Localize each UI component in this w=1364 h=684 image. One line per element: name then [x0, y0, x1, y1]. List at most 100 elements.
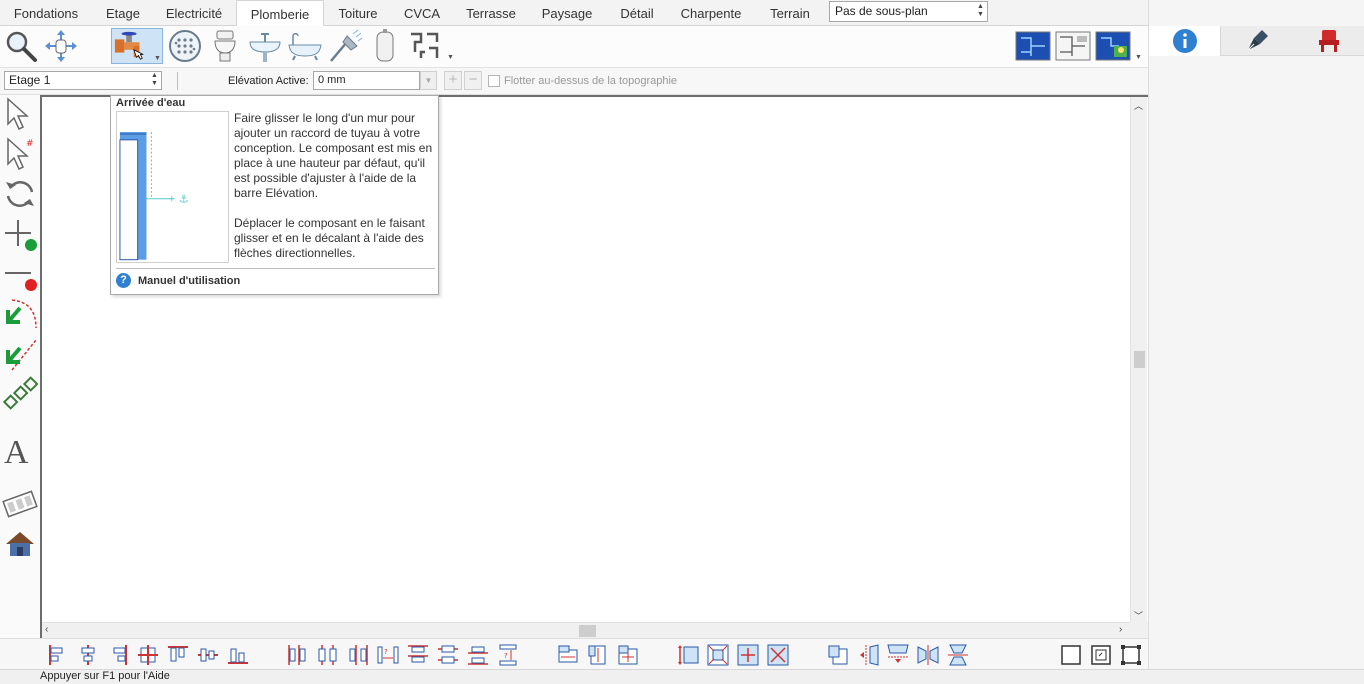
camera-film-icon[interactable]: [2, 486, 38, 522]
horizontal-scrollbar[interactable]: ‹ ›: [42, 622, 1131, 638]
left-toolbar: # A: [0, 95, 40, 640]
elevation-label: Elévation Active:: [228, 75, 309, 87]
expand-center-icon[interactable]: [736, 643, 760, 667]
align-center-h-icon[interactable]: [76, 643, 100, 667]
drain-grate-icon[interactable]: [167, 28, 203, 64]
join-arc-icon[interactable]: [2, 296, 38, 332]
tab-paysage[interactable]: Paysage: [536, 0, 598, 26]
shrink-inside-icon[interactable]: [706, 643, 730, 667]
separator: [177, 72, 178, 90]
distribute-middle-icon[interactable]: [436, 643, 460, 667]
mirror-h-icon[interactable]: [916, 643, 940, 667]
match-height-icon[interactable]: [586, 643, 610, 667]
distribute-space-h-icon[interactable]: ?: [376, 643, 400, 667]
plan-view-icon[interactable]: [1015, 28, 1051, 64]
tooltip-title: Arrivée d'eau: [116, 97, 186, 109]
chevron-left-icon[interactable]: ‹: [45, 624, 48, 635]
join-line-icon[interactable]: [2, 336, 38, 372]
tab-terrasse[interactable]: Terrasse: [460, 0, 522, 26]
options-bar: Etage 1 ▲ ▼ Elévation Active: 0 mm ▼ + − …: [0, 68, 1148, 95]
mirror-v-icon[interactable]: [946, 643, 970, 667]
tab-plomberie[interactable]: Plomberie: [236, 0, 324, 27]
mirror-h-left-icon[interactable]: [856, 643, 880, 667]
align-middle-icon[interactable]: [196, 643, 220, 667]
scroll-thumb[interactable]: [579, 625, 596, 637]
minus-button[interactable]: −: [464, 71, 482, 90]
right-panel: [1148, 0, 1364, 684]
tab-etage[interactable]: Etage: [96, 0, 150, 26]
align-left-icon[interactable]: [46, 643, 70, 667]
scroll-thumb[interactable]: [1134, 351, 1145, 368]
rotate-icon[interactable]: [2, 176, 38, 212]
text-icon[interactable]: A: [2, 431, 38, 471]
distribute-right-icon[interactable]: [346, 643, 370, 667]
align-bottom-icon[interactable]: [226, 643, 250, 667]
mirror-v-top-icon[interactable]: [886, 643, 910, 667]
match-size-icon[interactable]: [616, 643, 640, 667]
pan-hand-icon[interactable]: [43, 28, 79, 64]
tooltip-description: Faire glisser le long d'un mur pour ajou…: [234, 111, 434, 261]
subplan-select[interactable]: Pas de sous-plan ▲ ▼: [829, 1, 988, 22]
elevation-input[interactable]: 0 mm: [313, 71, 420, 90]
frame-nested-icon[interactable]: [1089, 643, 1113, 667]
resize-height-icon[interactable]: [676, 643, 700, 667]
toilet-icon[interactable]: [207, 28, 243, 64]
tooltip-paragraph: Déplacer le composant en le faisant glis…: [234, 216, 425, 260]
bathtub-icon[interactable]: [287, 28, 323, 64]
tab-info[interactable]: [1149, 26, 1221, 56]
align-top-icon[interactable]: [166, 643, 190, 667]
select-edit-arrow-icon[interactable]: #: [2, 136, 38, 172]
add-point-icon[interactable]: [2, 216, 38, 252]
shower-icon[interactable]: [327, 28, 363, 64]
tab-cvca[interactable]: CVCA: [396, 0, 448, 26]
water-inlet-tool[interactable]: ▼: [111, 28, 163, 64]
chevron-right-icon[interactable]: ›: [1119, 624, 1122, 635]
delete-point-icon[interactable]: [2, 256, 38, 292]
distribute-space-v-icon[interactable]: ?: [496, 643, 520, 667]
ribbon-toolbar: ▼ ▼ ▼: [0, 26, 1148, 68]
water-inlet-preview-icon: + ⚓: [116, 111, 229, 263]
shrink-center-icon[interactable]: [766, 643, 790, 667]
pipe-network-icon[interactable]: ▼: [407, 28, 454, 64]
chevron-up-icon[interactable]: ︿: [1134, 99, 1143, 112]
plus-button[interactable]: +: [444, 71, 462, 90]
tab-detail[interactable]: Détail: [613, 0, 661, 26]
tab-charpente[interactable]: Charpente: [675, 0, 747, 26]
distribute-center-icon[interactable]: [316, 643, 340, 667]
tab-fondations[interactable]: Fondations: [4, 0, 88, 26]
tab-terrain[interactable]: Terrain: [762, 0, 818, 26]
vertical-scrollbar[interactable]: ︿ ﹀: [1130, 97, 1147, 622]
user-manual-link[interactable]: ? Manuel d'utilisation: [116, 273, 240, 288]
select-arrow-icon[interactable]: [2, 96, 38, 132]
magnifier-icon[interactable]: [3, 28, 39, 64]
plan-detail-icon[interactable]: [1055, 28, 1091, 64]
app-window: Fondations Etage Electricité Plomberie T…: [0, 0, 1364, 684]
tab-electricite[interactable]: Electricité: [158, 0, 230, 26]
divider: [116, 268, 435, 269]
chevron-down-icon[interactable]: ▼: [420, 71, 437, 90]
tab-toiture[interactable]: Toiture: [330, 0, 386, 26]
frame-corners-icon[interactable]: [1119, 643, 1143, 667]
align-center-both-icon[interactable]: [136, 643, 160, 667]
spinner-icon: ▲ ▼: [977, 3, 984, 18]
plan-site-icon[interactable]: ▼: [1095, 28, 1142, 64]
chain-icon[interactable]: [2, 376, 39, 412]
chevron-down-icon[interactable]: ﹀: [1134, 609, 1143, 622]
copy-frame-icon[interactable]: [826, 643, 850, 667]
distribute-bottom-icon[interactable]: [466, 643, 490, 667]
tab-pen[interactable]: [1221, 26, 1293, 56]
distribute-top-icon[interactable]: [406, 643, 430, 667]
right-panel-tabs: [1149, 26, 1364, 56]
help-icon: ?: [116, 273, 131, 288]
scroll-corner: [1130, 622, 1148, 638]
float-topography-checkbox[interactable]: [488, 75, 500, 87]
distribute-left-icon[interactable]: [286, 643, 310, 667]
floor-select[interactable]: Etage 1 ▲ ▼: [4, 71, 162, 90]
match-width-icon[interactable]: [556, 643, 580, 667]
house-3d-icon[interactable]: [2, 526, 38, 562]
frame-icon[interactable]: [1059, 643, 1083, 667]
tab-furniture[interactable]: [1293, 26, 1364, 56]
sink-icon[interactable]: [247, 28, 283, 64]
water-heater-icon[interactable]: [367, 28, 403, 64]
align-right-icon[interactable]: [106, 643, 130, 667]
